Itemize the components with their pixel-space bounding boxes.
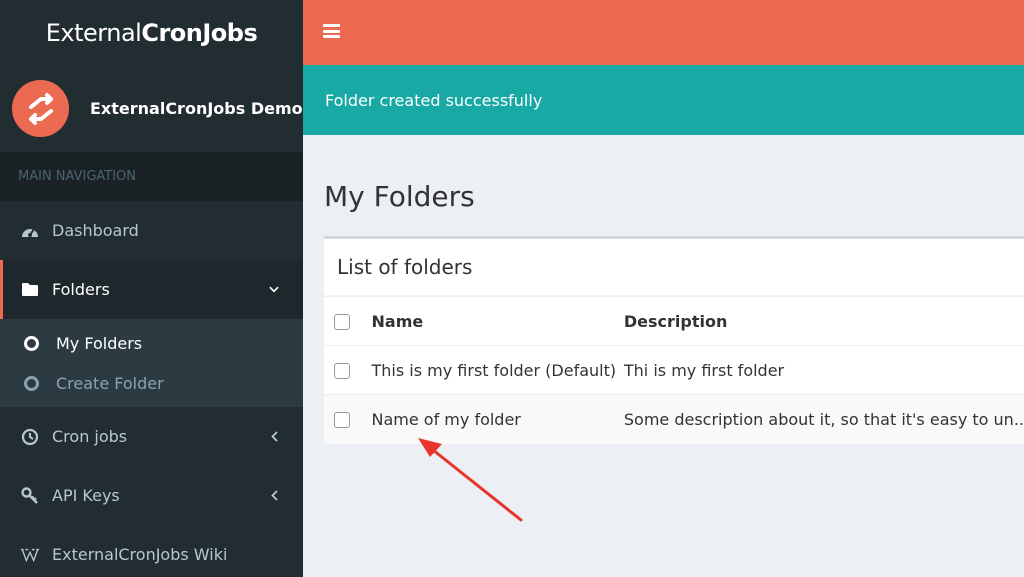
sidebar: External CronJobs ExternalCronJobs Demo M… bbox=[0, 0, 303, 577]
sidebar-item-api-keys[interactable]: API Keys bbox=[0, 466, 303, 525]
user-name: ExternalCronJobs Demo bbox=[90, 99, 303, 118]
sidebar-item-dashboard[interactable]: Dashboard bbox=[0, 201, 303, 260]
sidebar-item-label: API Keys bbox=[52, 486, 120, 505]
row-check-cell bbox=[324, 394, 372, 444]
sidebar-subitem-label: Create Folder bbox=[56, 373, 164, 393]
folders-box: List of folders Name Description This is… bbox=[324, 236, 1024, 444]
sidebar-item-label: Cron jobs bbox=[52, 427, 128, 446]
row-checkbox[interactable] bbox=[334, 363, 350, 379]
table-header-row: Name Description bbox=[324, 296, 1024, 346]
logo-bold-text: CronJobs bbox=[141, 18, 258, 47]
folder-icon bbox=[20, 280, 40, 300]
sidebar-item-label: ExternalCronJobs Wiki bbox=[52, 545, 228, 564]
annotation-arrow-icon bbox=[418, 438, 523, 522]
sidebar-item-label: Dashboard bbox=[52, 221, 139, 240]
sidebar-item-folders[interactable]: Folders bbox=[0, 260, 303, 319]
sidebar-item-cron-jobs[interactable]: Cron jobs bbox=[0, 407, 303, 466]
user-panel: ExternalCronJobs Demo bbox=[0, 65, 303, 152]
nav-header: MAIN NAVIGATION bbox=[0, 152, 303, 201]
chevron-down-icon bbox=[269, 285, 279, 295]
column-header-description[interactable]: Description bbox=[623, 296, 1024, 346]
sidebar-subitem-label: My Folders bbox=[56, 333, 143, 353]
page-title: My Folders bbox=[324, 180, 475, 213]
sidebar-item-wiki[interactable]: ExternalCronJobs Wiki bbox=[0, 525, 303, 577]
folder-description-cell: Some description about it, so that it's … bbox=[623, 394, 1024, 444]
folder-description-cell: Thi is my first folder bbox=[623, 345, 1024, 395]
folders-table: Name Description This is my first folder… bbox=[324, 296, 1024, 444]
avatar bbox=[12, 80, 69, 137]
wikipedia-icon bbox=[20, 545, 40, 565]
top-navbar bbox=[303, 0, 1024, 65]
circle-icon bbox=[24, 335, 39, 351]
dashboard-icon bbox=[20, 221, 40, 241]
row-checkbox[interactable] bbox=[334, 412, 350, 429]
select-all-checkbox[interactable] bbox=[334, 314, 350, 330]
sidebar-subitem-my-folders[interactable]: My Folders bbox=[0, 323, 303, 363]
chevron-left-icon bbox=[269, 431, 279, 442]
refresh-arrows-icon bbox=[28, 92, 53, 125]
chevron-left-icon bbox=[269, 490, 279, 501]
sidebar-item-label: Folders bbox=[52, 280, 110, 299]
folder-name-cell[interactable]: This is my first folder (Default) bbox=[371, 345, 624, 395]
box-title: List of folders bbox=[324, 239, 1024, 296]
key-icon bbox=[20, 486, 40, 506]
table-row[interactable]: This is my first folder (Default) Thi is… bbox=[324, 345, 1024, 395]
app-logo[interactable]: External CronJobs bbox=[0, 0, 303, 65]
row-check-cell bbox=[324, 345, 372, 395]
sidebar-subitem-create-folder[interactable]: Create Folder bbox=[0, 363, 303, 403]
circle-icon bbox=[24, 375, 39, 391]
select-all-cell bbox=[324, 296, 372, 346]
clock-icon bbox=[20, 427, 40, 447]
success-alert: Folder created successfully bbox=[303, 65, 1024, 135]
folders-submenu: My Folders Create Folder bbox=[0, 319, 303, 407]
logo-light-text: External bbox=[45, 18, 142, 47]
column-header-name[interactable]: Name bbox=[371, 296, 624, 346]
alert-message: Folder created successfully bbox=[325, 90, 543, 110]
hamburger-menu-icon[interactable] bbox=[323, 24, 340, 38]
